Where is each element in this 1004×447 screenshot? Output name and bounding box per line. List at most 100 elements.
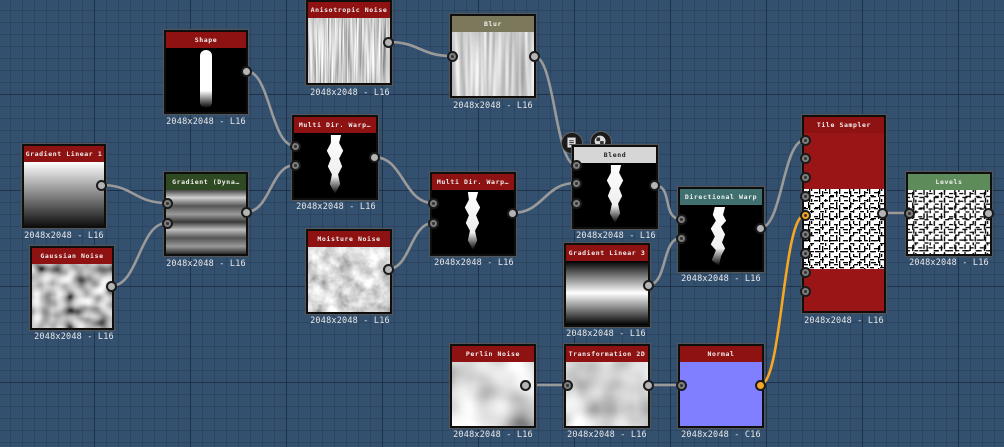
node-thumbnail: [680, 362, 762, 426]
input-port[interactable]: [562, 380, 573, 391]
output-port[interactable]: [507, 208, 518, 219]
node-thumbnail: [908, 190, 990, 254]
output-port[interactable]: [96, 180, 107, 191]
input-port[interactable]: [428, 218, 439, 229]
output-port[interactable]: [241, 207, 252, 218]
input-port[interactable]: [800, 172, 811, 183]
input-port[interactable]: [571, 160, 582, 171]
node-gaussian-noise[interactable]: Gaussian Noise: [30, 246, 114, 330]
output-port[interactable]: [877, 208, 888, 219]
node-thumbnail: [680, 205, 762, 270]
node-tile-sampler[interactable]: Tile Sampler: [802, 115, 886, 313]
tile-sampler-preview: [804, 189, 884, 269]
node-moisture-noise[interactable]: Moisture Noise: [306, 229, 392, 314]
node-size-label: 2048x2048 - L16: [804, 316, 884, 326]
node-size-label: 2048x2048 - L16: [166, 259, 246, 269]
wire: [387, 40, 453, 58]
input-port[interactable]: [571, 198, 582, 209]
node-anisotropic-noise[interactable]: Anisotropic Noise: [306, 0, 392, 85]
node-title: Perlin Noise: [452, 346, 534, 362]
node-multi-dir-warp-1[interactable]: Multi Dir. Warp…: [292, 115, 378, 200]
input-port[interactable]: [571, 178, 582, 189]
output-port[interactable]: [529, 51, 540, 62]
node-thumbnail: [308, 247, 390, 312]
wire: [759, 213, 806, 387]
input-port[interactable]: [447, 51, 458, 62]
node-blend[interactable]: Blend: [572, 145, 658, 229]
node-thumbnail: [566, 261, 648, 325]
node-gradient-linear-1[interactable]: Gradient Linear 1: [22, 144, 106, 228]
input-port[interactable]: [800, 286, 811, 297]
output-port-normal[interactable]: [755, 380, 766, 391]
node-levels[interactable]: Levels: [906, 172, 992, 256]
node-size-label: 2048x2048 - L16: [909, 258, 989, 268]
node-size-label: 2048x2048 - L16: [576, 231, 656, 241]
node-size-label: 2048x2048 - L16: [24, 231, 104, 241]
wire: [387, 221, 434, 271]
output-port[interactable]: [241, 66, 252, 77]
output-port[interactable]: [643, 380, 654, 391]
node-blur[interactable]: Blur: [450, 14, 536, 98]
node-title: Blend: [574, 147, 656, 163]
node-title: Shape: [166, 32, 246, 48]
output-port[interactable]: [983, 208, 994, 219]
node-directional-warp[interactable]: Directional Warp: [678, 187, 764, 272]
wire: [759, 138, 806, 230]
node-size-label: 2048x2048 - L16: [453, 430, 533, 440]
input-port[interactable]: [800, 135, 811, 146]
input-port[interactable]: [290, 160, 301, 171]
node-thumbnail: [566, 362, 648, 426]
node-thumbnail: [166, 48, 246, 112]
node-graph-canvas[interactable]: Gradient Linear 1 2048x2048 - L16 Gaussi…: [0, 0, 1004, 447]
input-port[interactable]: [676, 233, 687, 244]
node-multi-dir-warp-2[interactable]: Multi Dir. Warp…: [430, 172, 516, 256]
wire: [245, 69, 296, 148]
node-gradient-dynamic[interactable]: Gradient (Dyna…: [164, 172, 248, 256]
node-title: Directional Warp: [680, 189, 762, 205]
node-title: Gaussian Noise: [32, 248, 112, 264]
node-thumbnail: [804, 133, 884, 311]
node-size-label: 2048x2048 - L16: [34, 332, 114, 342]
output-port[interactable]: [383, 264, 394, 275]
input-port[interactable]: [800, 229, 811, 240]
input-port[interactable]: [800, 267, 811, 278]
input-port[interactable]: [676, 380, 687, 391]
input-port[interactable]: [290, 141, 301, 152]
input-port[interactable]: [800, 191, 811, 202]
node-title: Normal: [680, 346, 762, 362]
node-size-label: 2048x2048 - C16: [681, 430, 761, 440]
output-port[interactable]: [369, 152, 380, 163]
node-title: Gradient (Dyna…: [166, 174, 246, 190]
input-port[interactable]: [428, 198, 439, 209]
input-port[interactable]: [904, 208, 915, 219]
node-thumbnail: [452, 362, 534, 426]
output-port[interactable]: [649, 180, 660, 191]
output-port[interactable]: [106, 281, 117, 292]
node-title: Transformation 2D: [566, 346, 648, 362]
node-title: Multi Dir. Warp…: [294, 117, 376, 133]
node-thumbnail: [32, 264, 112, 328]
input-port-orange[interactable]: [800, 210, 811, 221]
node-gradient-linear-3[interactable]: Gradient Linear 3: [564, 243, 650, 327]
wire: [100, 183, 168, 205]
input-port[interactable]: [676, 214, 687, 225]
output-port[interactable]: [383, 37, 394, 48]
node-normal[interactable]: Normal: [678, 344, 764, 428]
node-transformation-2d[interactable]: Transformation 2D: [564, 344, 650, 428]
input-port[interactable]: [800, 248, 811, 259]
output-port[interactable]: [643, 280, 654, 291]
output-port[interactable]: [520, 380, 531, 391]
input-port[interactable]: [162, 218, 173, 229]
wire: [110, 221, 168, 288]
node-size-label: 2048x2048 - L16: [567, 430, 647, 440]
wire: [373, 155, 434, 205]
input-port[interactable]: [800, 153, 811, 164]
node-size-label: 2048x2048 - L16: [453, 101, 533, 111]
node-thumbnail: [574, 163, 656, 227]
output-port[interactable]: [755, 223, 766, 234]
node-size-label: 2048x2048 - L16: [166, 117, 246, 127]
node-thumbnail: [432, 190, 514, 254]
input-port[interactable]: [162, 198, 173, 209]
node-title: Levels: [908, 174, 990, 190]
node-shape[interactable]: Shape: [164, 30, 248, 114]
